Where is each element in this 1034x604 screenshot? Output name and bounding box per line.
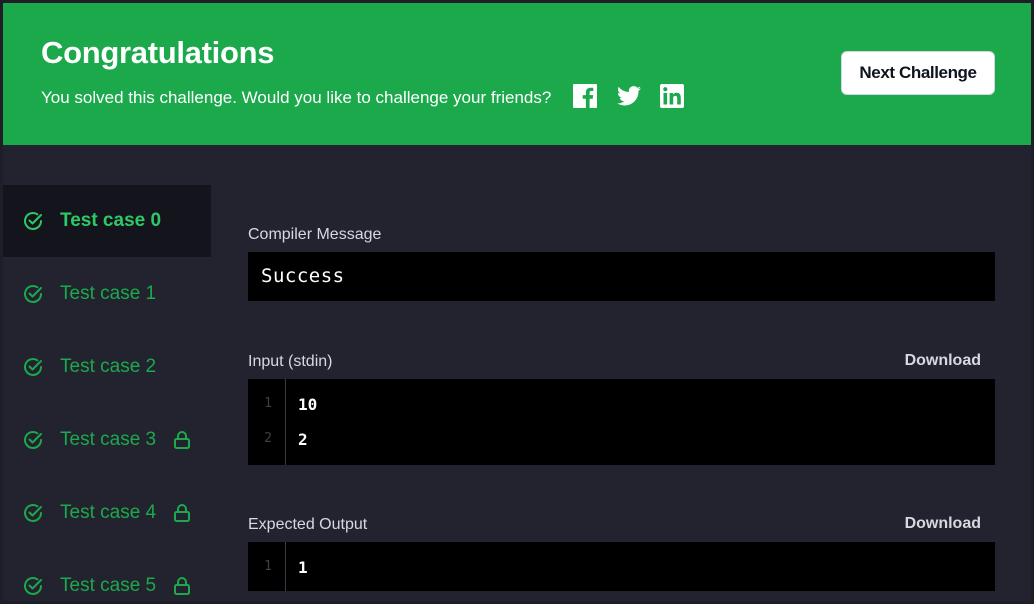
linkedin-icon[interactable] bbox=[659, 83, 685, 109]
sidebar-item-label: Test case 3 bbox=[60, 429, 157, 450]
banner-title: Congratulations bbox=[41, 35, 275, 70]
banner-subtitle: You solved this challenge. Would you lik… bbox=[41, 88, 552, 107]
check-circle-icon bbox=[24, 576, 42, 595]
input-label: Input (stdin) bbox=[248, 353, 333, 370]
sidebar-item-test-case-3[interactable]: Test case 3 bbox=[3, 404, 211, 476]
input-line: 10 bbox=[298, 395, 318, 414]
line-number: 1 bbox=[264, 396, 272, 411]
input-line: 2 bbox=[298, 430, 308, 449]
input-download-link[interactable]: Download bbox=[905, 352, 981, 370]
expected-output-label: Expected Output bbox=[248, 516, 368, 533]
expected-output-code-box: 1 1 bbox=[248, 542, 995, 591]
line-number: 1 bbox=[264, 559, 272, 574]
twitter-icon[interactable] bbox=[616, 83, 642, 109]
compiler-message-text: Success bbox=[261, 265, 345, 287]
compiler-message-box: Success bbox=[248, 252, 995, 301]
sidebar-item-label: Test case 5 bbox=[60, 575, 157, 596]
lock-icon bbox=[174, 577, 190, 595]
line-number-gutter bbox=[248, 379, 286, 465]
lock-icon bbox=[174, 431, 190, 449]
lock-icon bbox=[174, 504, 190, 522]
sidebar-item-label: Test case 4 bbox=[60, 502, 157, 523]
input-code-box: 1 10 2 2 bbox=[248, 379, 995, 465]
expected-output-download-link[interactable]: Download bbox=[905, 515, 981, 533]
success-banner: Congratulations You solved this challeng… bbox=[3, 3, 1031, 145]
compiler-message-label: Compiler Message bbox=[248, 226, 382, 243]
sidebar-item-test-case-1[interactable]: Test case 1 bbox=[3, 258, 211, 330]
sidebar-item-label: Test case 1 bbox=[60, 283, 157, 304]
line-number: 2 bbox=[264, 431, 272, 446]
check-circle-icon bbox=[24, 430, 42, 449]
sidebar-item-test-case-4[interactable]: Test case 4 bbox=[3, 477, 211, 549]
next-challenge-button[interactable]: Next Challenge bbox=[841, 51, 995, 95]
check-circle-icon bbox=[24, 284, 42, 303]
expected-output-line: 1 bbox=[298, 558, 308, 577]
check-circle-icon bbox=[24, 211, 42, 230]
sidebar-item-test-case-0[interactable]: Test case 0 bbox=[3, 185, 211, 257]
sidebar-item-label: Test case 0 bbox=[60, 210, 162, 231]
sidebar-item-test-case-2[interactable]: Test case 2 bbox=[3, 331, 211, 403]
sidebar-item-label: Test case 2 bbox=[60, 356, 157, 377]
facebook-icon[interactable] bbox=[572, 83, 598, 109]
check-circle-icon bbox=[24, 503, 42, 522]
check-circle-icon bbox=[24, 357, 42, 376]
sidebar-item-test-case-5[interactable]: Test case 5 bbox=[3, 550, 211, 604]
